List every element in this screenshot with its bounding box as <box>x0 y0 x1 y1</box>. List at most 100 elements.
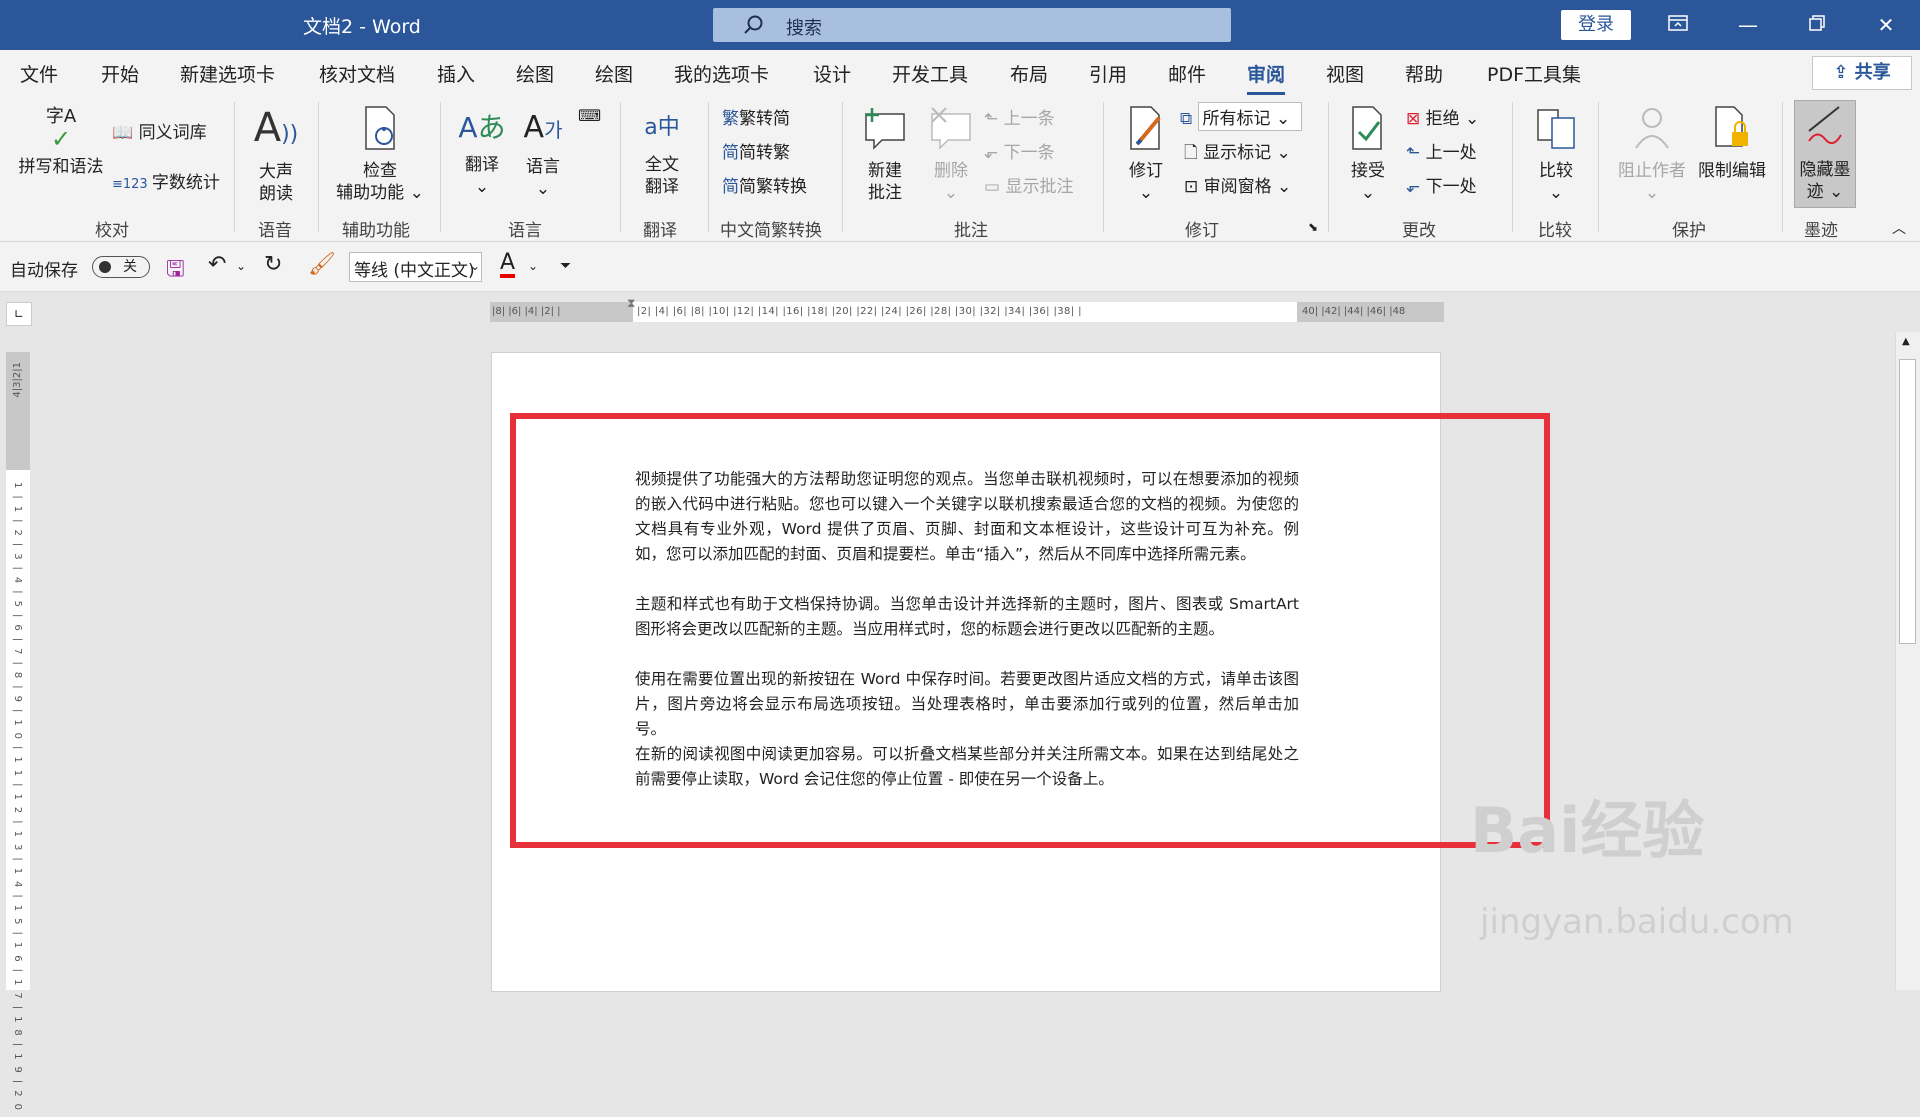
prev-comment-label: 上一条 <box>1003 109 1055 129</box>
tab-insert[interactable]: 插入 <box>437 60 475 87</box>
tab-layout[interactable]: 布局 <box>1010 60 1048 87</box>
group-comments-label: 批注 <box>954 221 988 241</box>
track-changes-button[interactable]: 修订 ⌄ <box>1118 104 1174 204</box>
trad-to-simp-button[interactable]: 繁繁转简 <box>722 104 790 129</box>
prev-change-button[interactable]: ⬑ 上一处 <box>1406 138 1477 163</box>
tab-selector-icon[interactable]: ∟ <box>6 302 32 326</box>
group-speech-label: 语音 <box>258 221 292 241</box>
delete-comment-button[interactable]: 删除 ⌄ <box>922 104 980 204</box>
autosave-toggle[interactable]: 关 <box>92 256 150 278</box>
keyboard-icon[interactable]: ⌨ <box>578 106 601 125</box>
next-change-button[interactable]: ⬐ 下一处 <box>1406 172 1477 197</box>
login-button[interactable]: 登录 <box>1561 10 1631 40</box>
block-authors-button[interactable]: 阻止作者 ⌄ <box>1612 104 1692 204</box>
chevron-down-icon: ⌄ <box>1823 182 1844 202</box>
restrict-editing-button[interactable]: 限制编辑 <box>1692 104 1772 182</box>
convert-button[interactable]: 简简繁转换 <box>722 172 807 197</box>
scroll-thumb[interactable] <box>1899 359 1916 644</box>
restore-icon[interactable] <box>1797 8 1837 42</box>
tab-view[interactable]: 视图 <box>1326 60 1364 87</box>
check-accessibility-button[interactable]: 检查 辅助功能 ⌄ <box>330 104 430 204</box>
tab-check-doc[interactable]: 核对文档 <box>319 60 395 87</box>
font-color-icon[interactable]: A <box>500 252 516 278</box>
minimize-icon[interactable]: — <box>1728 8 1768 42</box>
format-painter-icon[interactable]: 🖌 <box>308 252 336 277</box>
window-title: 文档2 - Word <box>303 16 421 38</box>
collapse-ribbon-icon[interactable]: ︿ <box>1892 218 1906 238</box>
tab-draw-1[interactable]: 绘图 <box>516 60 554 87</box>
tab-review[interactable]: 审阅 <box>1247 60 1286 95</box>
autosave-state: 关 <box>123 259 137 275</box>
prev-comment-button[interactable]: ⬑ 上一条 <box>984 104 1055 129</box>
chevron-down-icon: ⌄ <box>1271 143 1291 163</box>
show-comments-button[interactable]: ▭ 显示批注 <box>984 172 1073 197</box>
separator <box>842 102 843 232</box>
vertical-ruler[interactable]: 4|3|2|1 1|1|2|3|4|5|6|7|8|9|10|11|12|13|… <box>6 352 30 1117</box>
tab-my[interactable]: 我的选项卡 <box>674 60 769 87</box>
thesaurus-button[interactable]: 📖 同义词库 <box>112 118 207 143</box>
show-markup-icon: 🗋 <box>1184 143 1204 163</box>
read-aloud-button[interactable]: A)) 大声 朗读 <box>246 104 306 205</box>
undo-icon[interactable]: ↶ <box>208 252 226 277</box>
translate-label: 翻译 <box>465 155 499 175</box>
hide-ink-button[interactable]: 隐藏墨 迹 ⌄ <box>1794 100 1856 208</box>
tab-draw-2[interactable]: 绘图 <box>595 60 633 87</box>
show-markup-button[interactable]: 🗋 显示标记 ⌄ <box>1184 138 1291 169</box>
vruler-main-ticks: 1|1|2|3|4|5|6|7|8|9|10|11|12|13|14|15|16… <box>12 482 23 1117</box>
compare-button[interactable]: 比较 ⌄ <box>1528 104 1584 204</box>
tab-pdf[interactable]: PDF工具集 <box>1487 60 1581 87</box>
spell-check-icon: 字A ✓ <box>45 106 77 153</box>
tab-mailings[interactable]: 邮件 <box>1168 60 1206 87</box>
save-icon[interactable]: 🖫 <box>166 252 185 290</box>
tab-references[interactable]: 引用 <box>1089 60 1127 87</box>
horizontal-ruler[interactable]: |8| |6| |4| |2| | |2| |4| |6| |8| |10| |… <box>490 296 1444 322</box>
separator <box>708 102 709 232</box>
tab-help[interactable]: 帮助 <box>1405 60 1443 87</box>
search-box[interactable]: 搜索 <box>713 8 1231 42</box>
close-icon[interactable]: ✕ <box>1866 8 1906 42</box>
translate-button[interactable]: Aあ 翻译 ⌄ <box>454 104 510 198</box>
vertical-scrollbar[interactable]: ▲ <box>1895 332 1920 990</box>
watermark-url: jingyan.baidu.com <box>1480 902 1794 942</box>
markup-value: 所有标记 <box>1202 109 1271 129</box>
ribbon-display-icon[interactable] <box>1658 8 1698 42</box>
tab-file[interactable]: 文件 <box>20 60 58 87</box>
simp-to-trad-button[interactable]: 简简转繁 <box>722 138 790 163</box>
customize-qat-icon[interactable]: ⏷ <box>560 258 571 274</box>
review-pane-button[interactable]: ⊡ 审阅窗格 ⌄ <box>1184 172 1291 197</box>
tab-design[interactable]: 设计 <box>813 60 851 87</box>
ruler-left-ticks: |8| |6| |4| |2| | <box>492 306 561 317</box>
font-select[interactable]: 等线 (中文正文) <box>349 252 482 282</box>
separator <box>318 102 319 232</box>
reject-button[interactable]: ⊠ 拒绝 ⌄ <box>1406 104 1479 129</box>
scroll-up-icon[interactable]: ▲ <box>1902 336 1910 347</box>
undo-dropdown-icon[interactable]: ⌄ <box>236 259 246 273</box>
compare-icon <box>1528 104 1584 158</box>
word-count-button[interactable]: ≡123 字数统计 <box>112 168 220 193</box>
redo-icon[interactable]: ↻ <box>264 252 282 277</box>
share-button[interactable]: ⇪ 共享 <box>1812 56 1912 90</box>
language-button[interactable]: A가 语言 ⌄ <box>515 104 571 200</box>
tab-developer[interactable]: 开发工具 <box>892 60 968 87</box>
ruler-main-ticks: |2| |4| |6| |8| |10| |12| |14| |16| |18|… <box>637 306 1082 317</box>
full-translate-button[interactable]: a中 全文 翻译 <box>634 104 690 198</box>
new-comment-label-1: 新建 <box>868 161 902 181</box>
new-comment-button[interactable]: 新建 批注 <box>856 104 914 204</box>
chevron-down-icon: ⌄ <box>1459 109 1480 129</box>
chevron-down-icon: ⌄ <box>1548 183 1564 203</box>
font-color-dropdown-icon[interactable]: ⌄ <box>528 259 538 273</box>
tab-new[interactable]: 新建选项卡 <box>180 60 275 87</box>
next-comment-button[interactable]: ⬐ 下一条 <box>984 138 1055 163</box>
full-translate-label-1: 全文 <box>645 155 679 175</box>
accept-button[interactable]: 接受 ⌄ <box>1340 104 1396 204</box>
tab-home[interactable]: 开始 <box>101 60 139 87</box>
share-label: 共享 <box>1854 62 1891 83</box>
next-comment-icon: ⬐ <box>984 143 1004 163</box>
indent-marker-icon[interactable]: ⧗ <box>627 296 635 311</box>
spelling-grammar-button[interactable]: 字A ✓ 拼写和语法 <box>14 106 108 178</box>
prev-comment-icon: ⬑ <box>984 109 1004 129</box>
simp-trad-icon: 简 <box>722 143 739 163</box>
markup-dropdown[interactable]: ⧉ 所有标记 ⌄ <box>1180 102 1302 131</box>
dialog-launcher-icon[interactable]: ⬊ <box>1308 220 1318 234</box>
font-dropdown-icon[interactable]: ⌄ <box>470 259 480 273</box>
